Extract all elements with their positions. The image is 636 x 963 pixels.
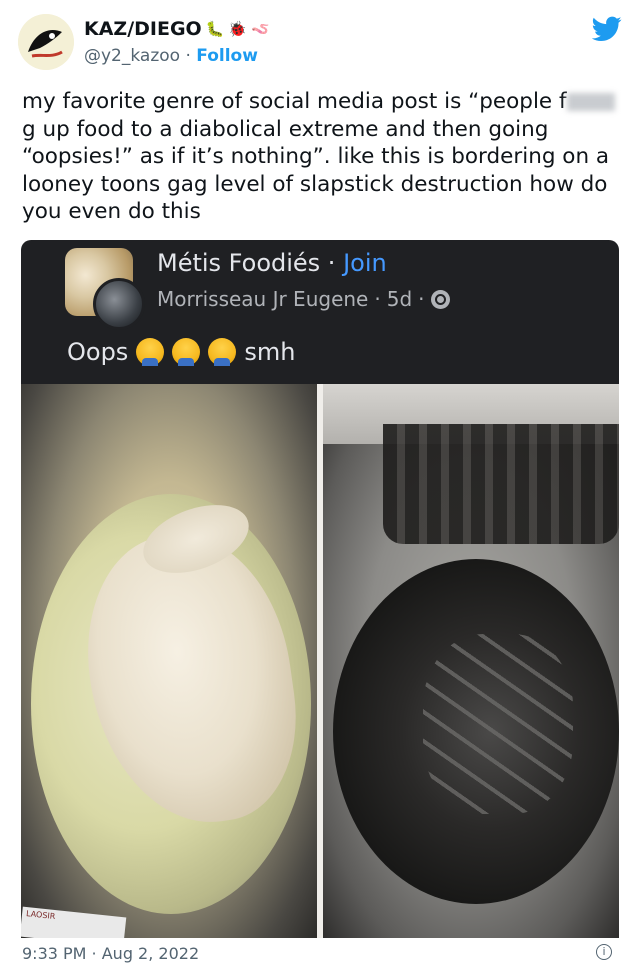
- facepalm-icon: [208, 338, 237, 366]
- handle-separator: ·: [180, 46, 197, 66]
- meta-dot: ·: [418, 287, 425, 311]
- photo-boiled-chicken[interactable]: LAOSIR: [21, 384, 317, 938]
- bug-icon: 🐛: [205, 20, 225, 38]
- post-body: Oops smh: [67, 338, 295, 366]
- display-name[interactable]: KAZ/DIEGO: [84, 18, 202, 40]
- user-handle[interactable]: @y2_kazoo: [84, 46, 180, 66]
- follow-button[interactable]: Follow: [196, 46, 258, 66]
- globe-icon: [430, 289, 450, 309]
- join-separator: ·: [320, 249, 344, 277]
- facepalm-icon: [172, 338, 201, 366]
- tweet-header: KAZ/DIEGO 🐛 🐞 🪱 @y2_kazoo · Follow: [18, 12, 622, 76]
- censor-blur: [566, 93, 615, 111]
- meta-dot: ·: [374, 287, 381, 311]
- tweet-text-part1: my favorite genre of social media post i…: [22, 89, 567, 114]
- group-name[interactable]: Métis Foodiés: [157, 249, 320, 277]
- info-icon[interactable]: i: [596, 944, 612, 960]
- group-name-row: Métis Foodiés · Join: [157, 249, 387, 277]
- post-text-before: Oops: [67, 338, 129, 366]
- worm-icon: 🪱: [251, 20, 270, 38]
- facepalm-icon: [136, 338, 165, 366]
- handle-row: @y2_kazoo · Follow: [84, 46, 258, 66]
- post-age[interactable]: 5d: [387, 287, 412, 311]
- soot-streaks-shape: [383, 424, 619, 544]
- post-meta: Morrisseau Jr Eugene · 5d ·: [157, 287, 450, 311]
- display-name-row[interactable]: KAZ/DIEGO 🐛 🐞 🪱: [84, 18, 270, 40]
- join-button[interactable]: Join: [343, 249, 387, 277]
- profile-avatar[interactable]: [18, 14, 74, 70]
- embedded-post-card[interactable]: Métis Foodiés · Join Morrisseau Jr Eugen…: [21, 240, 619, 938]
- photo-burnt-pot[interactable]: [323, 384, 619, 938]
- ladybug-icon: 🐞: [228, 20, 248, 38]
- post-author[interactable]: Morrisseau Jr Eugene: [157, 287, 368, 311]
- twitter-bird-icon[interactable]: [592, 16, 622, 42]
- burnt-bones-shape: [423, 634, 573, 814]
- post-photos: LAOSIR: [21, 384, 619, 938]
- tweet-text-part2: g up food to a diabolical extreme and th…: [22, 116, 610, 225]
- author-avatar[interactable]: [93, 278, 145, 330]
- tweet-timestamp[interactable]: 9:33 PM · Aug 2, 2022: [22, 944, 199, 963]
- post-text-after: smh: [244, 338, 296, 366]
- avatar-art-icon: [18, 14, 74, 70]
- tweet-text: my favorite genre of social media post i…: [22, 88, 622, 226]
- pot-label: LAOSIR: [21, 906, 127, 938]
